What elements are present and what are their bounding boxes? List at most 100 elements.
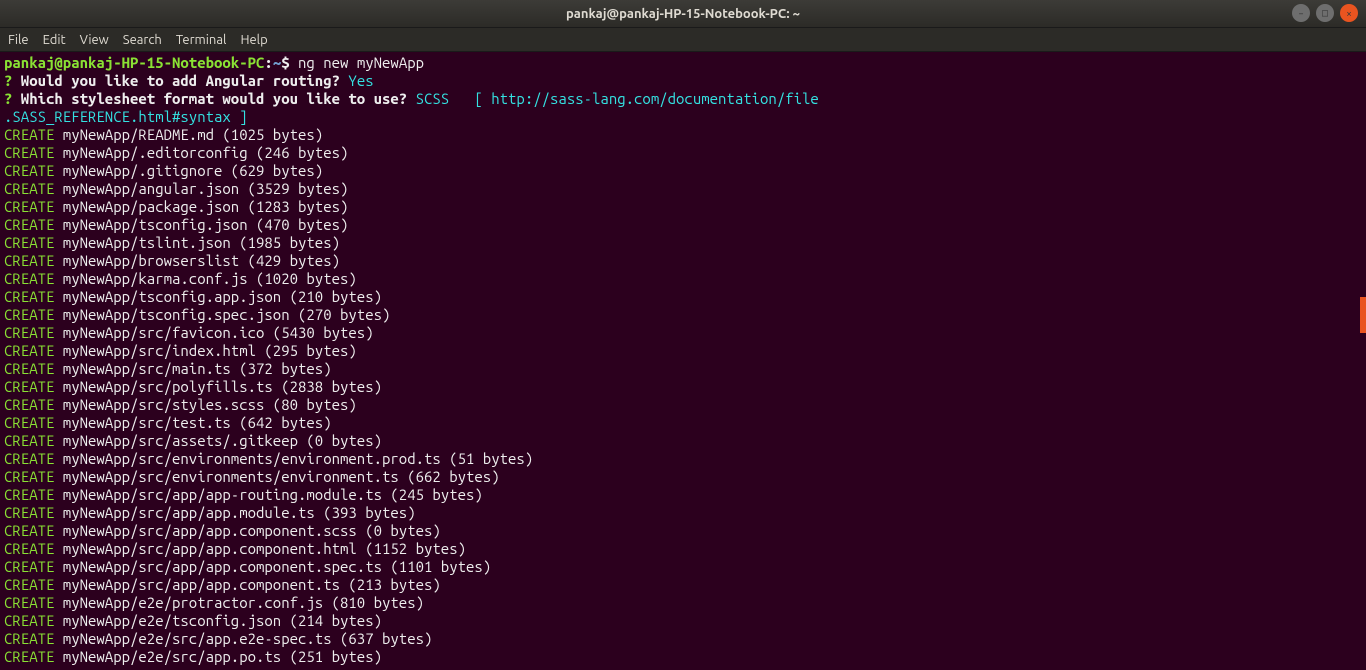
command-text: ng new myNewApp — [298, 54, 424, 71]
create-line: CREATE myNewApp/src/index.html (295 byte… — [4, 342, 1362, 360]
question-text: Which stylesheet format would you like t… — [12, 90, 415, 107]
file-path: myNewApp/src/app/app.component.scss (0 b… — [54, 522, 440, 539]
scrollbar-thumb[interactable] — [1360, 297, 1366, 333]
create-label: CREATE — [4, 522, 54, 539]
create-line: CREATE myNewApp/package.json (1283 bytes… — [4, 198, 1362, 216]
terminal-area[interactable]: pankaj@pankaj-HP-15-Notebook-PC:~$ ng ne… — [0, 52, 1366, 670]
file-path: myNewApp/src/main.ts (372 bytes) — [54, 360, 331, 377]
create-label: CREATE — [4, 234, 54, 251]
create-line: CREATE myNewApp/src/app/app.component.ts… — [4, 576, 1362, 594]
create-label: CREATE — [4, 450, 54, 467]
create-line: CREATE myNewApp/src/styles.scss (80 byte… — [4, 396, 1362, 414]
create-line: CREATE myNewApp/src/polyfills.ts (2838 b… — [4, 378, 1362, 396]
create-label: CREATE — [4, 288, 54, 305]
file-path: myNewApp/src/test.ts (642 bytes) — [54, 414, 331, 431]
file-path: myNewApp/angular.json (3529 bytes) — [54, 180, 348, 197]
create-label: CREATE — [4, 216, 54, 233]
create-label: CREATE — [4, 360, 54, 377]
create-line: CREATE myNewApp/e2e/tsconfig.json (214 b… — [4, 612, 1362, 630]
create-line: CREATE myNewApp/src/app/app.component.sc… — [4, 522, 1362, 540]
create-line: CREATE myNewApp/e2e/protractor.conf.js (… — [4, 594, 1362, 612]
minimize-button[interactable]: – — [1292, 4, 1310, 22]
file-path: myNewApp/src/app/app.component.ts (213 b… — [54, 576, 440, 593]
menu-view[interactable]: View — [80, 33, 109, 47]
create-line: CREATE myNewApp/.editorconfig (246 bytes… — [4, 144, 1362, 162]
file-path: myNewApp/src/environments/environment.ts… — [54, 468, 499, 485]
create-line: CREATE myNewApp/angular.json (3529 bytes… — [4, 180, 1362, 198]
file-path: myNewApp/src/app/app.component.spec.ts (… — [54, 558, 491, 575]
prompt-line: pankaj@pankaj-HP-15-Notebook-PC:~$ ng ne… — [4, 54, 1362, 72]
file-path: myNewApp/browserslist (429 bytes) — [54, 252, 340, 269]
prompt-colon: : — [264, 54, 272, 71]
hint-continuation: .SASS_REFERENCE.html#syntax ] — [4, 108, 1362, 126]
create-label: CREATE — [4, 396, 54, 413]
create-label: CREATE — [4, 270, 54, 287]
file-path: myNewApp/.editorconfig (246 bytes) — [54, 144, 348, 161]
question-text: Would you like to add Angular routing? — [12, 72, 348, 89]
create-label: CREATE — [4, 126, 54, 143]
menu-help[interactable]: Help — [240, 33, 267, 47]
create-line: CREATE myNewApp/src/main.ts (372 bytes) — [4, 360, 1362, 378]
file-path: myNewApp/e2e/tsconfig.json (214 bytes) — [54, 612, 382, 629]
file-path: myNewApp/src/app/app.component.html (115… — [54, 540, 466, 557]
create-label: CREATE — [4, 162, 54, 179]
question-stylesheet: ? Which stylesheet format would you like… — [4, 90, 1362, 108]
file-path: myNewApp/e2e/src/app.e2e-spec.ts (637 by… — [54, 630, 432, 647]
create-line: CREATE myNewApp/src/assets/.gitkeep (0 b… — [4, 432, 1362, 450]
file-path: myNewApp/karma.conf.js (1020 bytes) — [54, 270, 356, 287]
create-label: CREATE — [4, 504, 54, 521]
create-line: CREATE myNewApp/tsconfig.app.json (210 b… — [4, 288, 1362, 306]
file-path: myNewApp/.gitignore (629 bytes) — [54, 162, 323, 179]
file-path: myNewApp/tslint.json (1985 bytes) — [54, 234, 340, 251]
file-path: myNewApp/src/favicon.ico (5430 bytes) — [54, 324, 373, 341]
create-label: CREATE — [4, 378, 54, 395]
hint-url-cont: .SASS_REFERENCE.html#syntax ] — [4, 108, 248, 125]
create-line: CREATE myNewApp/src/app/app.component.ht… — [4, 540, 1362, 558]
menu-edit[interactable]: Edit — [43, 33, 66, 47]
menu-file[interactable]: File — [8, 33, 29, 47]
file-path: myNewApp/src/app/app-routing.module.ts (… — [54, 486, 482, 503]
create-label: CREATE — [4, 576, 54, 593]
file-path: myNewApp/src/environments/environment.pr… — [54, 450, 533, 467]
create-line: CREATE myNewApp/tsconfig.json (470 bytes… — [4, 216, 1362, 234]
hint-url: [ http://sass-lang.com/documentation/fil… — [474, 90, 818, 107]
create-line: CREATE myNewApp/src/environments/environ… — [4, 468, 1362, 486]
file-path: myNewApp/e2e/protractor.conf.js (810 byt… — [54, 594, 424, 611]
file-path: myNewApp/src/polyfills.ts (2838 bytes) — [54, 378, 382, 395]
create-line: CREATE myNewApp/src/app/app.module.ts (3… — [4, 504, 1362, 522]
answer-text: SCSS — [416, 90, 475, 107]
create-label: CREATE — [4, 342, 54, 359]
file-path: myNewApp/src/index.html (295 bytes) — [54, 342, 356, 359]
create-label: CREATE — [4, 540, 54, 557]
create-label: CREATE — [4, 198, 54, 215]
create-label: CREATE — [4, 594, 54, 611]
close-button[interactable]: × — [1340, 4, 1358, 22]
create-line: CREATE myNewApp/README.md (1025 bytes) — [4, 126, 1362, 144]
create-line: CREATE myNewApp/browserslist (429 bytes) — [4, 252, 1362, 270]
create-label: CREATE — [4, 306, 54, 323]
prompt-path: ~ — [273, 54, 281, 71]
create-line: CREATE myNewApp/src/app/app.component.sp… — [4, 558, 1362, 576]
prompt-user-host: pankaj@pankaj-HP-15-Notebook-PC — [4, 54, 264, 71]
create-line: CREATE myNewApp/.gitignore (629 bytes) — [4, 162, 1362, 180]
create-line: CREATE myNewApp/src/favicon.ico (5430 by… — [4, 324, 1362, 342]
file-path: myNewApp/README.md (1025 bytes) — [54, 126, 323, 143]
create-label: CREATE — [4, 648, 54, 665]
create-line: CREATE myNewApp/src/app/app-routing.modu… — [4, 486, 1362, 504]
create-output: CREATE myNewApp/README.md (1025 bytes)CR… — [4, 126, 1362, 666]
prompt-dollar: $ — [281, 54, 298, 71]
create-label: CREATE — [4, 612, 54, 629]
menu-terminal[interactable]: Terminal — [176, 33, 227, 47]
create-label: CREATE — [4, 486, 54, 503]
create-line: CREATE myNewApp/tsconfig.spec.json (270 … — [4, 306, 1362, 324]
file-path: myNewApp/e2e/src/app.po.ts (251 bytes) — [54, 648, 382, 665]
create-line: CREATE myNewApp/e2e/src/app.e2e-spec.ts … — [4, 630, 1362, 648]
file-path: myNewApp/src/styles.scss (80 bytes) — [54, 396, 356, 413]
maximize-button[interactable]: □ — [1316, 4, 1334, 22]
menubar: File Edit View Search Terminal Help — [0, 28, 1366, 52]
menu-search[interactable]: Search — [123, 33, 162, 47]
create-label: CREATE — [4, 468, 54, 485]
answer-text: Yes — [348, 72, 373, 89]
create-label: CREATE — [4, 432, 54, 449]
create-line: CREATE myNewApp/tslint.json (1985 bytes) — [4, 234, 1362, 252]
